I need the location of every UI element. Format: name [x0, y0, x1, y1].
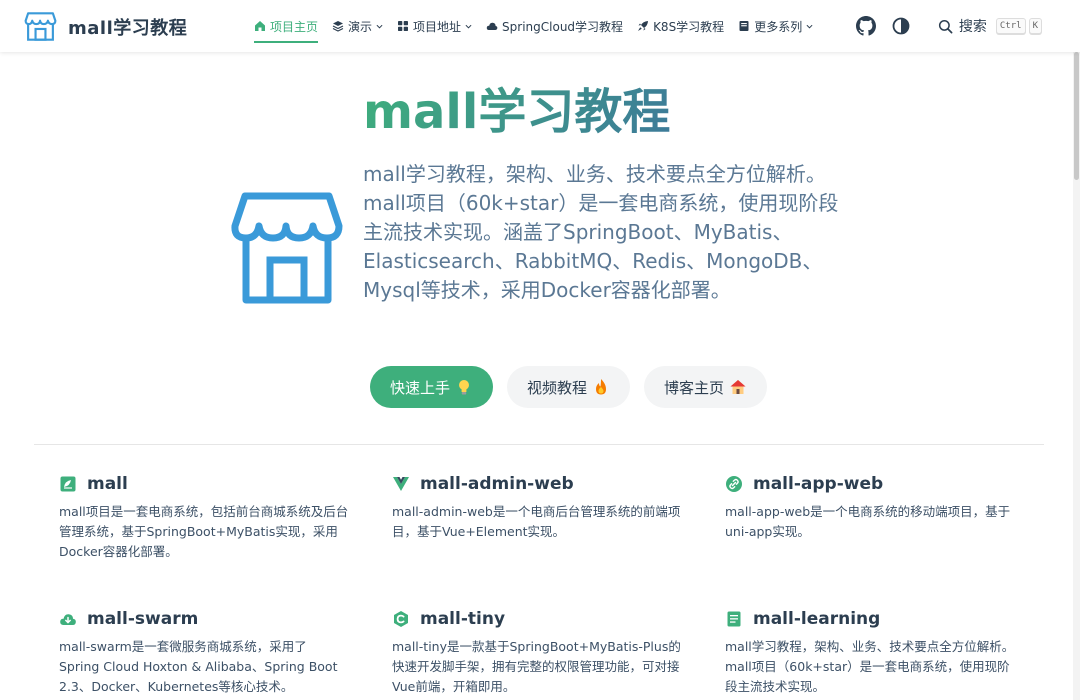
brand-home-link[interactable]: mall学习教程 — [24, 10, 187, 43]
store-icon — [24, 12, 57, 41]
nav-links: 项目主页 演示 项目地址 SpringCloud学习教程 K8S学习教程 更多系… — [254, 0, 827, 52]
feature-card-mall-app-web[interactable]: mall-app-web mall-app-web是一个电商系统的移动端项目，基… — [725, 474, 1017, 542]
nav-item-label: 演示 — [348, 19, 373, 34]
document-icon — [727, 611, 741, 627]
nav-item-springcloud[interactable]: SpringCloud学习教程 — [486, 13, 623, 39]
nav-item-label: SpringCloud学习教程 — [502, 19, 624, 34]
theme-toggle-icon[interactable] — [891, 16, 911, 36]
button-label: 博客主页 — [664, 378, 725, 397]
nav-item-repo[interactable]: 项目地址 — [397, 13, 472, 39]
feature-card-mall-learning[interactable]: mall-learning mall学习教程，架构、业务、技术要点全方位解析。m… — [725, 609, 1017, 697]
lightbulb-icon — [459, 380, 470, 395]
home-icon — [255, 21, 265, 31]
hero-actions: 快速上手 视频教程 博客主页 — [370, 366, 781, 408]
vue-icon — [393, 477, 409, 491]
search-button[interactable]: 搜索 Ctrl K — [938, 16, 1042, 36]
cloud-icon — [486, 22, 498, 30]
github-icon[interactable] — [855, 16, 876, 36]
grid-icon — [398, 21, 409, 31]
search-icon — [938, 19, 953, 33]
button-label: 视频教程 — [527, 378, 588, 397]
nav-item-home[interactable]: 项目主页 — [254, 13, 319, 43]
hexagon-c-icon — [394, 611, 408, 627]
feature-card-mall[interactable]: mall mall项目是一套电商系统，包括前台商城系统及后台管理系统，基于Spr… — [59, 474, 351, 562]
feature-card-mall-swarm[interactable]: mall-swarm mall-swarm是一套微服务商城系统，采用了 Spri… — [59, 609, 351, 697]
nav-tools: 搜索 Ctrl K — [855, 0, 1080, 52]
feature-description: mall-admin-web是一个电商后台管理系统的前端项目，基于Vue+Ele… — [392, 504, 681, 539]
nav-item-label: 项目地址 — [413, 19, 462, 34]
scrollbar-thumb[interactable] — [1074, 52, 1079, 180]
search-label: 搜索 — [958, 19, 987, 35]
feature-card-mall-tiny[interactable]: mall-tiny mall-tiny是一款基于SpringBoot+MyBat… — [392, 609, 684, 697]
kbd-k: K — [1028, 18, 1042, 34]
nav-item-more[interactable]: 更多系列 — [738, 13, 813, 39]
house-icon — [730, 380, 746, 394]
blog-home-button[interactable]: 博客主页 — [644, 366, 768, 408]
feature-description: mall-app-web是一个电商系统的移动端项目，基于uni-app实现。 — [725, 504, 1011, 539]
nav-item-label: 更多系列 — [754, 19, 803, 34]
nav-item-demo[interactable]: 演示 — [332, 13, 383, 39]
feature-title: mall-tiny — [420, 609, 506, 629]
page-scrollbar[interactable] — [1073, 52, 1080, 700]
section-divider — [34, 444, 1044, 445]
chevron-down-icon — [806, 24, 813, 29]
feature-description: mall-tiny是一款基于SpringBoot+MyBatis-Plus的快速… — [392, 639, 681, 694]
feature-title: mall — [87, 474, 128, 494]
feature-title: mall-learning — [753, 609, 881, 629]
video-tutorial-button[interactable]: 视频教程 — [507, 366, 631, 408]
hero-description: mall学习教程，架构、业务、技术要点全方位解析。mall项目（60k+star… — [363, 162, 839, 302]
hero-title: mall学习教程 — [363, 72, 670, 142]
cloud-download-icon — [60, 614, 76, 625]
quick-start-button[interactable]: 快速上手 — [370, 366, 494, 408]
kbd-ctrl: Ctrl — [995, 18, 1026, 34]
leaf-book-icon — [60, 476, 76, 492]
link-icon — [726, 476, 742, 492]
feature-title: mall-swarm — [87, 609, 199, 629]
chevron-down-icon — [376, 24, 383, 29]
fire-icon — [596, 379, 607, 395]
feature-description: mall-swarm是一套微服务商城系统，采用了 Spring Cloud Ho… — [59, 639, 338, 694]
brand-title: mall学习教程 — [68, 17, 188, 39]
rocket-icon — [638, 21, 649, 31]
store-icon — [231, 192, 343, 304]
button-label: 快速上手 — [390, 378, 451, 397]
feature-card-mall-admin-web[interactable]: mall-admin-web mall-admin-web是一个电商后台管理系统… — [392, 474, 684, 542]
navbar: mall学习教程 项目主页 演示 项目地址 SpringCloud学习教程 K8… — [0, 0, 1080, 52]
feature-description: mall学习教程，架构、业务、技术要点全方位解析。mall项目（60k+star… — [725, 639, 1015, 694]
chevron-down-icon — [465, 24, 472, 29]
nav-item-k8s[interactable]: K8S学习教程 — [637, 13, 724, 39]
feature-description: mall项目是一套电商系统，包括前台商城系统及后台管理系统，基于SpringBo… — [59, 504, 349, 559]
nav-item-label: K8S学习教程 — [653, 19, 725, 34]
feature-title: mall-app-web — [753, 474, 884, 494]
layers-icon — [332, 21, 344, 32]
nav-item-label: 项目主页 — [270, 19, 319, 34]
book-icon — [739, 21, 749, 31]
feature-title: mall-admin-web — [420, 474, 574, 494]
